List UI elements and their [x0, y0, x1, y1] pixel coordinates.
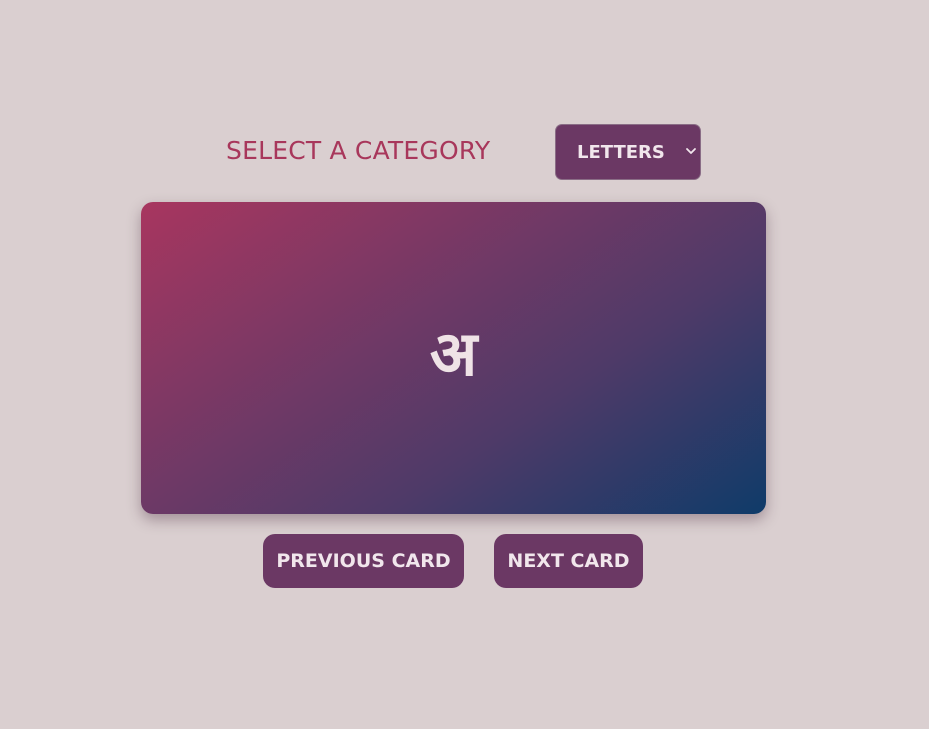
flashcard-app: SELECT A CATEGORY LETTERS अ PREVIOUS CAR…	[0, 0, 929, 729]
category-select-value: LETTERS	[577, 142, 665, 163]
chevron-down-icon	[686, 148, 696, 154]
previous-card-button[interactable]: PREVIOUS CARD	[263, 534, 464, 588]
category-label: SELECT A CATEGORY	[226, 136, 491, 165]
category-selector-row: SELECT A CATEGORY LETTERS	[0, 124, 929, 182]
flashcard[interactable]: अ	[141, 202, 766, 514]
category-select[interactable]: LETTERS	[555, 124, 701, 180]
next-card-button[interactable]: NEXT CARD	[494, 534, 643, 588]
flashcard-content: अ	[429, 317, 478, 390]
